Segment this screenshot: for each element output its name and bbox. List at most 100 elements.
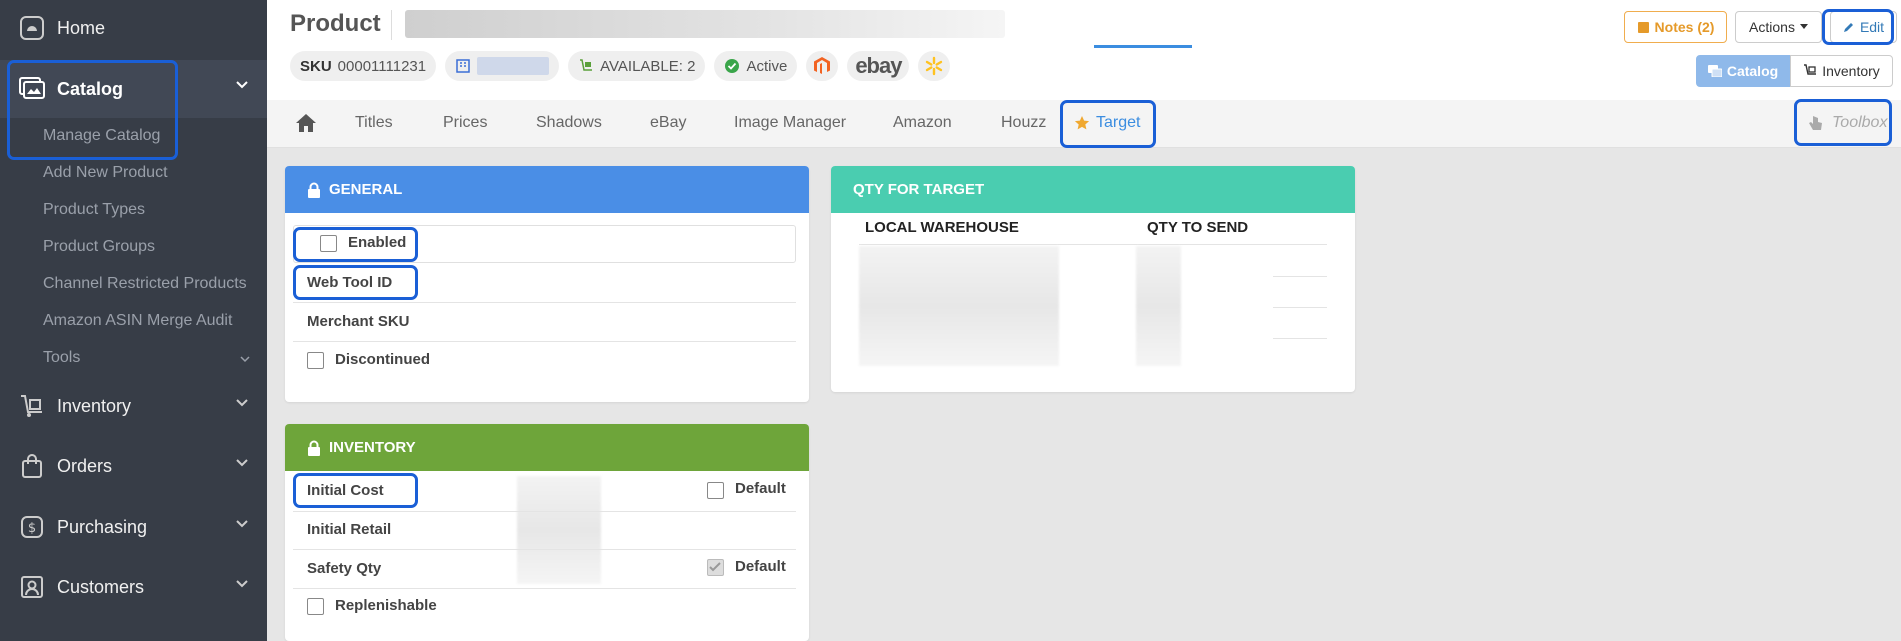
discontinued-label: Discontinued [335, 351, 431, 368]
qty-panel-title: QTY FOR TARGET [853, 181, 985, 198]
nav-orders[interactable]: Orders [0, 438, 267, 494]
sidebar-item-manage-catalog[interactable]: Manage Catalog [43, 127, 160, 145]
table-row-divider [1273, 276, 1327, 277]
divider [293, 588, 796, 589]
product-name-redacted [405, 10, 1005, 38]
tab-titles[interactable]: Titles [355, 114, 393, 132]
nav-catalog[interactable]: Catalog [0, 60, 267, 118]
column-header-qty-to-send: QTY TO SEND [1147, 219, 1249, 236]
catalog-icon [19, 77, 45, 99]
replenishable-label: Replenishable [335, 597, 437, 614]
magento-badge[interactable] [806, 51, 839, 81]
available-badge: AVAILABLE: 2 [568, 51, 706, 81]
nav-inventory[interactable]: Inventory [0, 378, 267, 434]
nav-home[interactable]: Home [0, 0, 267, 56]
home-icon[interactable] [295, 113, 317, 133]
sidebar-item-asin-merge-audit[interactable]: Amazon ASIN Merge Audit [43, 312, 232, 330]
chevron-down-icon [236, 399, 248, 407]
building-icon [456, 59, 470, 73]
hand-pointer-icon [1809, 116, 1822, 130]
toolbox-label: Toolbox [1832, 114, 1888, 131]
sidebar: Home Catalog Manage Catalog Add New Prod… [0, 0, 267, 641]
active-tab-indicator [1094, 45, 1192, 48]
notes-label: Notes (2) [1654, 19, 1715, 35]
note-icon [1637, 21, 1649, 33]
divider [293, 549, 796, 550]
tab-target-label: Target [1096, 114, 1141, 131]
caret-down-icon [1799, 24, 1808, 29]
inventory-values-redacted [517, 476, 601, 584]
tab-houzz[interactable]: Houzz [1001, 114, 1046, 132]
tab-image-manager[interactable]: Image Manager [734, 114, 846, 132]
sidebar-item-product-types[interactable]: Product Types [43, 201, 145, 219]
nav-customers-label: Customers [57, 576, 145, 597]
safety-qty-label: Safety Qty [307, 560, 382, 577]
inventory-panel: INVENTORY Initial Cost Default Initial R… [285, 424, 809, 641]
initial-cost-default-checkbox[interactable] [707, 482, 724, 499]
web-tool-id-label: Web Tool ID [307, 274, 393, 291]
sidebar-item-channel-restricted[interactable]: Channel Restricted Products [43, 275, 247, 293]
divider [293, 302, 796, 303]
home-icon [20, 16, 44, 40]
nav-customers[interactable]: Customers [0, 559, 267, 615]
divider [293, 341, 796, 342]
qty-panel-header: QTY FOR TARGET [831, 166, 1355, 213]
product-header: Product SKU 00001111231 AVAILABLE: 2 Act… [267, 0, 1901, 100]
dolly-icon [21, 395, 42, 417]
tab-prices[interactable]: Prices [443, 114, 487, 132]
table-row-divider [1273, 338, 1327, 339]
sidebar-item-product-groups[interactable]: Product Groups [43, 238, 155, 256]
ebay-logo: ebay [855, 53, 902, 78]
safety-qty-default-checkbox[interactable] [707, 559, 724, 576]
checkmark-icon [709, 562, 721, 572]
catalog-icon [1707, 65, 1722, 77]
general-panel: GENERAL Enabled Web Tool ID Merchant SKU… [285, 166, 809, 402]
magento-icon [814, 57, 831, 74]
page-title: Product [290, 10, 381, 37]
warehouse-names-redacted [859, 246, 1059, 366]
shopping-bag-icon [22, 454, 42, 478]
actions-dropdown[interactable]: Actions [1735, 11, 1822, 43]
dolly-icon [580, 59, 593, 71]
status-badge: Active [714, 51, 798, 81]
ebay-badge[interactable]: ebay [847, 51, 910, 81]
svg-text:$: $ [28, 521, 36, 536]
qty-values-redacted [1136, 246, 1181, 366]
nav-home-label: Home [57, 17, 106, 38]
toolbox-button[interactable]: Toolbox [1806, 114, 1887, 132]
status-text: Active [746, 57, 788, 75]
qty-panel: QTY FOR TARGET LOCAL WAREHOUSE QTY TO SE… [831, 166, 1355, 392]
inventory-toggle-button[interactable]: Inventory [1790, 55, 1893, 87]
sidebar-item-add-new-product[interactable]: Add New Product [43, 164, 168, 182]
nav-purchasing[interactable]: $ Purchasing [0, 499, 267, 555]
replenishable-checkbox[interactable] [307, 598, 324, 615]
column-header-local-warehouse: LOCAL WAREHOUSE [865, 219, 1019, 236]
sku-label: SKU [300, 57, 332, 75]
catalog-toggle-button[interactable]: Catalog [1696, 55, 1790, 87]
tab-target[interactable]: Target [1074, 114, 1140, 132]
tab-amazon[interactable]: Amazon [893, 114, 952, 132]
catalog-toggle-label: Catalog [1726, 63, 1779, 79]
dolly-icon [1804, 64, 1817, 75]
initial-cost-default-label: Default [735, 480, 786, 497]
sidebar-item-tools[interactable]: Tools [43, 349, 80, 367]
walmart-badge[interactable] [918, 51, 951, 81]
tab-ebay[interactable]: eBay [650, 114, 686, 132]
chevron-down-icon [240, 356, 250, 363]
table-row-divider [1273, 307, 1327, 308]
inventory-toggle-label: Inventory [1822, 63, 1880, 79]
tab-shadows[interactable]: Shadows [536, 114, 602, 132]
chevron-down-icon [236, 520, 248, 528]
notes-button[interactable]: Notes (2) [1624, 11, 1727, 43]
divider [293, 511, 796, 512]
inventory-panel-title: INVENTORY [329, 439, 416, 456]
nav-catalog-label: Catalog [57, 78, 124, 99]
available-count: AVAILABLE: 2 [600, 57, 696, 75]
table-header-divider [859, 244, 1327, 245]
general-panel-header: GENERAL [285, 166, 809, 213]
check-circle-icon [725, 59, 740, 73]
enabled-checkbox[interactable] [320, 235, 337, 252]
merchant-sku-label: Merchant SKU [307, 313, 410, 330]
discontinued-checkbox[interactable] [307, 352, 324, 369]
edit-button[interactable]: Edit [1830, 11, 1897, 43]
